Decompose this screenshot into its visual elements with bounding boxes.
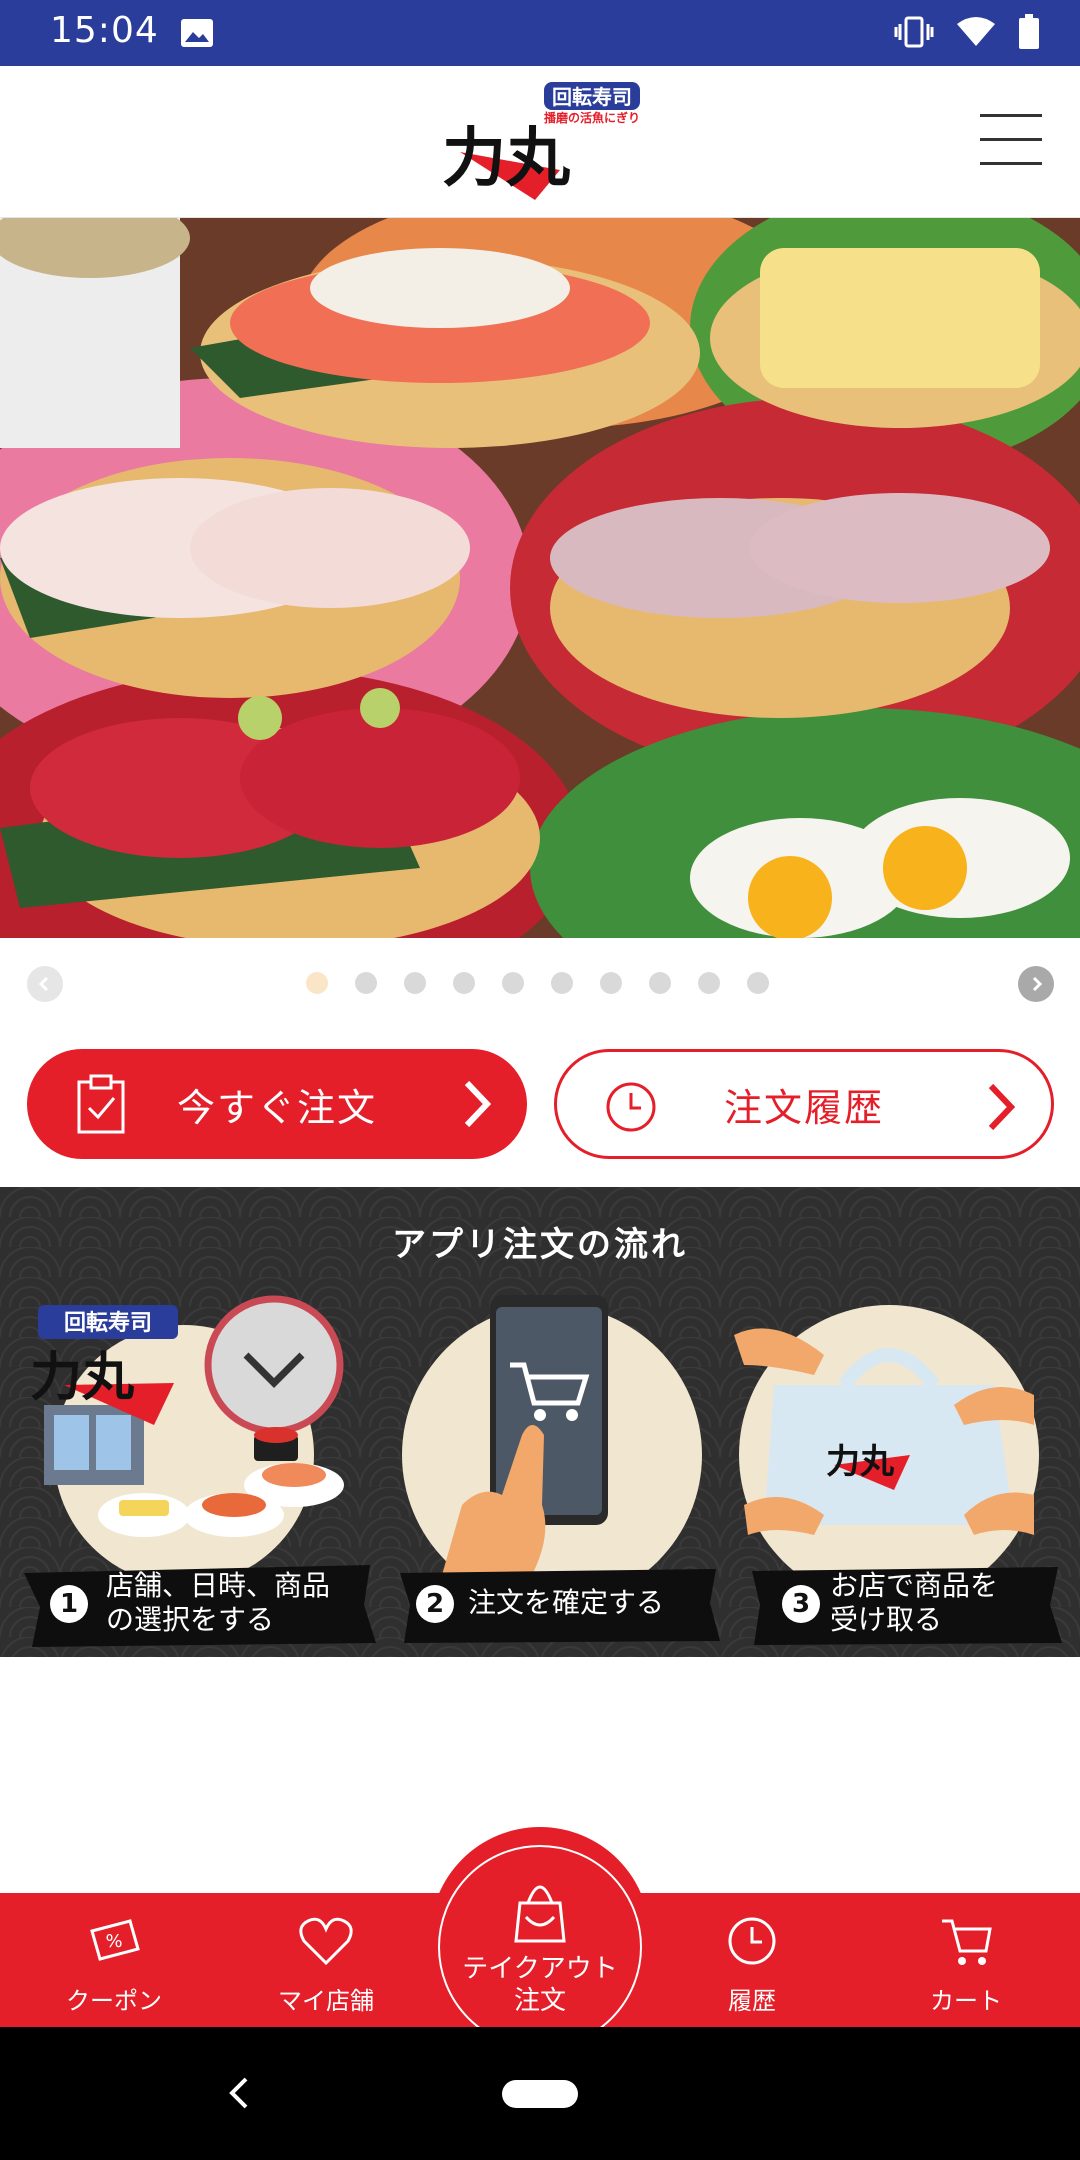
carousel-dot[interactable]	[747, 972, 769, 994]
chevron-right-icon	[1032, 976, 1043, 992]
system-nav-bar	[0, 2027, 1080, 2160]
status-bar: 15:04	[0, 0, 1080, 66]
nav-history-label: 履歴	[728, 1987, 776, 2015]
vibrate-icon	[894, 16, 934, 48]
step-1-number: 1	[50, 1585, 88, 1623]
nav-cart[interactable]: カート	[876, 1893, 1056, 2027]
step-2-text: 注文を確定する	[468, 1586, 665, 1619]
carousel-dot[interactable]	[551, 972, 573, 994]
carousel-dot[interactable]	[453, 972, 475, 994]
carousel-dot[interactable]	[502, 972, 524, 994]
carousel-dot[interactable]	[600, 972, 622, 994]
order-now-button[interactable]: 今すぐ注文	[27, 1049, 527, 1159]
step-3-caption: 3 お店で商品を 受け取る	[746, 1559, 1066, 1649]
svg-text:力丸: 力丸	[30, 1347, 134, 1408]
back-icon[interactable]	[224, 2073, 254, 2113]
carousel-prev-button[interactable]	[27, 966, 63, 1002]
rikimaru-logo[interactable]: 回転寿司 播磨の活魚にぎり 力丸 りきまる	[440, 80, 650, 204]
carousel-dot[interactable]	[306, 972, 328, 994]
nav-my-store[interactable]: マイ店舗	[236, 1893, 416, 2027]
nav-coupon-label: クーポン	[66, 1987, 162, 2015]
order-history-label: 注文履歴	[723, 1085, 884, 1130]
order-now-label: 今すぐ注文	[176, 1085, 377, 1130]
carousel-controls	[0, 938, 1080, 1028]
carousel-dot[interactable]	[404, 972, 426, 994]
order-history-button[interactable]: 注文履歴	[554, 1049, 1054, 1159]
nav-takeout-label: テイクアウト 注文	[462, 1954, 618, 2016]
nav-coupon[interactable]: % クーポン	[24, 1893, 204, 2027]
step-1-text: 店舗、日時、商品 の選択をする	[106, 1569, 331, 1636]
coupon-icon: %	[90, 1919, 140, 1961]
step-2-caption: 2 注文を確定する	[394, 1559, 724, 1649]
step-3-illustration: 力丸	[734, 1305, 1039, 1595]
svg-text:力丸: 力丸	[442, 121, 570, 196]
svg-text:回転寿司: 回転寿司	[552, 85, 632, 109]
battery-icon	[1019, 14, 1039, 49]
svg-text:回転寿司: 回転寿司	[64, 1310, 152, 1336]
home-button[interactable]	[502, 2080, 578, 2108]
hamburger-menu-icon[interactable]	[980, 114, 1042, 166]
app-header: 回転寿司 播磨の活魚にぎり 力丸 りきまる	[0, 66, 1080, 218]
clock-icon	[728, 1917, 776, 1965]
step-2-illustration	[402, 1295, 702, 1595]
svg-text:%: %	[105, 1931, 122, 1952]
wifi-icon	[957, 17, 995, 46]
nav-my-store-label: マイ店舗	[278, 1987, 374, 2015]
chevron-right-icon	[988, 1083, 1016, 1131]
heart-icon	[299, 1917, 353, 1966]
carousel-next-button[interactable]	[1018, 966, 1054, 1002]
step-2-number: 2	[416, 1585, 454, 1623]
image-icon	[181, 19, 213, 47]
carousel-dots	[306, 972, 769, 994]
step-3-text: お店で商品を 受け取る	[830, 1569, 999, 1636]
step-1-illustration: 回転寿司 力丸	[30, 1295, 344, 1585]
carousel-dot[interactable]	[649, 972, 671, 994]
nav-cart-label: カート	[930, 1987, 1002, 2015]
status-time: 15:04	[50, 10, 159, 51]
flow-title: アプリ注文の流れ	[392, 1225, 688, 1265]
svg-text:りきまる: りきまる	[480, 189, 520, 201]
hero-carousel-image[interactable]	[0, 218, 1080, 938]
step-1-caption: 1 店舗、日時、商品 の選択をする	[20, 1559, 378, 1649]
svg-text:力丸: 力丸	[826, 1442, 894, 1482]
step-3-number: 3	[782, 1585, 820, 1623]
takeout-bag-icon	[514, 1885, 566, 1943]
takeout-ring	[438, 1845, 642, 2049]
chevron-right-icon	[464, 1080, 492, 1128]
nav-takeout-order[interactable]: テイクアウト 注文	[430, 1827, 650, 2049]
chevron-left-icon	[38, 976, 49, 992]
order-flow-section: アプリ注文の流れ 回転寿司 力丸 力丸 1 店舗、日時、商品 の選択をする 2 …	[0, 1187, 1080, 1657]
carousel-dot[interactable]	[355, 972, 377, 994]
cart-icon	[942, 1919, 992, 1965]
carousel-dot[interactable]	[698, 972, 720, 994]
nav-history[interactable]: 履歴	[662, 1893, 842, 2027]
